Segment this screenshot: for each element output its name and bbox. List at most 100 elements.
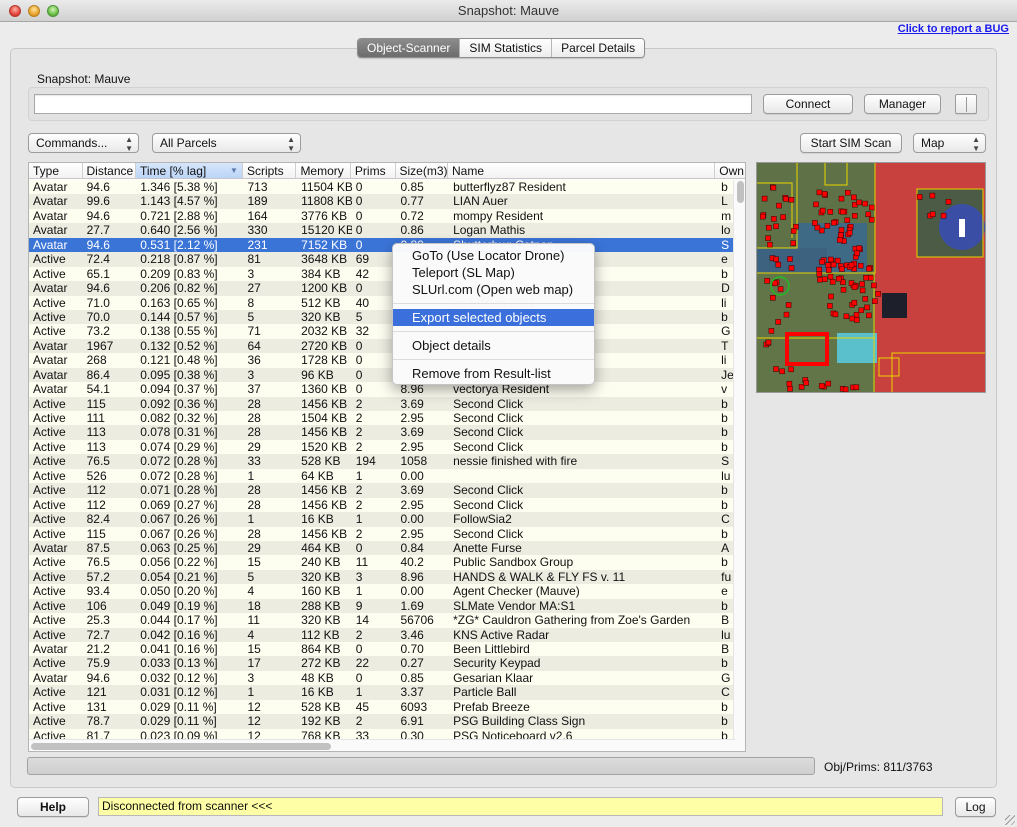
column-header-owner[interactable]: Own — [715, 163, 745, 178]
map-object-marker — [839, 208, 846, 215]
vertical-scroll-thumb[interactable] — [737, 181, 744, 203]
close-window-button[interactable] — [9, 5, 21, 17]
menu-item-goto[interactable]: GoTo (Use Locator Drone) — [393, 247, 594, 264]
menu-item-export-selected[interactable]: Export selected objects — [393, 309, 594, 326]
view-select[interactable]: Map ▲ ▼ — [913, 133, 986, 153]
table-row[interactable]: Active 76.5 0.056 [0.22 %] 15 240 KB 11 40.2 Pu… — [29, 555, 735, 570]
cell-size: 0.00 — [400, 468, 424, 483]
tab-sim-statistics[interactable]: SIM Statistics — [460, 39, 553, 57]
table-row[interactable]: Avatar 1967 0.132 [0.52 %] 64 2720 KB 0 T — [29, 338, 735, 354]
table-row[interactable]: Active 57.2 0.054 [0.21 %] 5 320 KB 3 8.96 HAND… — [29, 569, 735, 585]
cell-name: FollowSia2 — [453, 512, 512, 527]
commands-select[interactable]: Commands... ▲ ▼ — [28, 133, 139, 153]
cell-scripts: 36 — [247, 353, 261, 368]
table-row[interactable]: Active71.00.163 [0.65 %]8512 KB40 ve Edi… — [29, 295, 735, 310]
table-row[interactable]: Active 526 0.072 [0.28 %] 1 64 KB 1 0.00 lu — [29, 468, 735, 484]
table-row[interactable]: Active 115 0.067 [0.26 %] 28 1456 KB 2 2.95 Sec… — [29, 526, 735, 541]
table-row[interactable]: Avatar 21.2 0.041 [0.16 %] 15 864 KB 0 0.70 Bee… — [29, 642, 735, 657]
table-row[interactable]: Active 78.7 0.029 [0.11 %] 12 192 KB 2 6.91 PSG… — [29, 714, 735, 729]
table-row[interactable]: Avatar 94.6 0.721 [2.88 %] 164 3776 KB 0 0.72 m… — [29, 208, 735, 224]
start-sim-scan-button[interactable]: Start SIM Scan — [800, 133, 902, 153]
region-map[interactable] — [756, 162, 986, 393]
menu-item-slurl[interactable]: SLUrl.com (Open web map) — [393, 281, 594, 298]
table-row[interactable]: Active 73.2 0.138 [0.55 %] 71 2032 KB 32 G — [29, 324, 735, 339]
table-row[interactable]: Active 113 0.078 [0.31 %] 28 1456 KB 2 3.69 Sec… — [29, 425, 735, 440]
split-handle[interactable] — [955, 94, 977, 114]
manager-button[interactable]: Manager — [864, 94, 941, 114]
table-row[interactable]: Active 76.5 0.072 [0.28 %] 33 528 KB 194 1058 n… — [29, 454, 735, 469]
menu-item-teleport[interactable]: Teleport (SL Map) — [393, 264, 594, 281]
table-row[interactable]: Active 70.0 0.144 [0.57 %] 5 320 KB 5 b — [29, 309, 735, 325]
cell-scripts: 15 — [247, 555, 261, 570]
table-row[interactable]: Avatar 99.6 1.143 [4.57 %] 189 11808 KB 0 0.77… — [29, 194, 735, 209]
cell-distance: 25.3 — [86, 613, 110, 628]
cell-type: Active — [33, 613, 66, 628]
cell-time: 0.163 [0.65 %] — [140, 295, 218, 310]
parcels-select[interactable]: All Parcels ▲ ▼ — [152, 133, 301, 153]
table-row[interactable]: Active 72.7 0.042 [0.16 %] 4 112 KB 2 3.46 KNS … — [29, 627, 735, 642]
column-header-type[interactable]: Type — [29, 163, 83, 178]
tab-bar: Object-Scanner SIM Statistics Parcel Det… — [357, 38, 646, 58]
column-header-name[interactable]: Name — [448, 163, 716, 178]
table-row[interactable]: Avatar 94.6 0.206 [0.82 %] 27 1200 KB 0 D — [29, 281, 735, 296]
map-object-marker — [839, 266, 845, 272]
connect-button[interactable]: Connect — [763, 94, 853, 114]
column-header-time[interactable]: Time [% lag] ▼ — [136, 163, 243, 178]
table-row[interactable]: Avatar 268 0.121 [0.48 %] 36 1728 KB 0 li — [29, 353, 735, 368]
cell-scripts: 189 — [247, 194, 268, 209]
table-row[interactable]: Avatar 94.6 0.032 [0.12 %] 3 48 KB 0 0.85 Gesar… — [29, 670, 735, 686]
table-row[interactable]: Active 65.1 0.209 [0.83 %] 3 384 KB 42 b — [29, 266, 735, 282]
table-row[interactable]: Avatar 27.7 0.640 [2.56 %] 330 15120 KB 0 0.86… — [29, 223, 735, 238]
column-header-size[interactable]: Size(m3) — [396, 163, 449, 178]
cell-name: Second Click — [453, 425, 524, 440]
cell-scripts: 64 — [247, 338, 261, 353]
table-row[interactable]: Active 106 0.049 [0.19 %] 18 288 KB 9 1.69 SLMa… — [29, 598, 735, 614]
horizontal-scrollbar[interactable] — [29, 739, 735, 751]
window-resize-grip[interactable] — [1005, 815, 1015, 825]
table-row[interactable]: Active 131 0.029 [0.11 %] 12 528 KB 45 6093 Pre… — [29, 699, 735, 715]
table-row[interactable]: Active 82.4 0.067 [0.26 %] 1 16 KB 1 0.00 Follo… — [29, 512, 735, 527]
minimize-window-button[interactable] — [28, 5, 40, 17]
map-object-marker — [814, 224, 821, 231]
table-row[interactable]: Active 112 0.071 [0.28 %] 28 1456 KB 2 3.69 Sec… — [29, 483, 735, 498]
snapshot-input[interactable] — [34, 94, 752, 114]
table-row[interactable]: Active 115 0.092 [0.36 %] 28 1456 KB 2 3.69 Sec… — [29, 396, 735, 411]
column-header-scripts[interactable]: Scripts — [243, 163, 297, 178]
cell-time: 0.050 [0.20 %] — [140, 584, 218, 599]
vertical-scrollbar[interactable] — [733, 180, 745, 751]
table-row[interactable]: Avatar 87.5 0.063 [0.25 %] 29 464 KB 0 0.84 Ane… — [29, 540, 735, 556]
menu-item-object-details[interactable]: Object details — [393, 337, 594, 354]
column-header-distance[interactable]: Distance — [83, 163, 136, 178]
zoom-window-button[interactable] — [47, 5, 59, 17]
map-object-marker — [842, 386, 849, 392]
report-bug-link[interactable]: Click to report a BUG — [898, 23, 1009, 35]
help-button[interactable]: Help — [17, 797, 89, 817]
tab-parcel-details[interactable]: Parcel Details — [552, 39, 645, 57]
column-header-memory[interactable]: Memory — [296, 163, 351, 178]
cell-type: Active — [33, 512, 66, 527]
cell-prims: 0 — [355, 642, 363, 656]
table-row[interactable]: Active 72.4 0.218 [0.87 %] 81 3648 KB 69 e — [29, 252, 735, 267]
table-row[interactable]: Avatar 54.1 0.094 [0.37 %] 37 1360 KB 0 8.96 ve… — [29, 382, 735, 397]
horizontal-scroll-thumb[interactable] — [31, 743, 331, 750]
log-button[interactable]: Log — [955, 797, 996, 817]
table-row[interactable]: Active 93.4 0.050 [0.20 %] 4 160 KB 1 0.00 Agen… — [29, 584, 735, 599]
table-row[interactable]: Avatar 94.6 1.346 [5.38 %] 713 11504 KB 0 0.85… — [29, 180, 735, 195]
column-header-prims[interactable]: Prims — [351, 163, 396, 178]
table-row[interactable]: Active 25.3 0.044 [0.17 %] 11 320 KB 14 56706 *… — [29, 613, 735, 628]
map-object-marker — [853, 384, 860, 390]
table-row[interactable]: Active 121 0.031 [0.12 %] 1 16 KB 1 3.37 Partic… — [29, 685, 735, 700]
map-object-marker — [760, 213, 766, 220]
menu-item-remove-from-list[interactable]: Remove from Result-list — [393, 365, 594, 382]
cell-prims: 0 — [355, 353, 363, 368]
tab-object-scanner[interactable]: Object-Scanner — [358, 39, 461, 57]
table-row[interactable]: Active 113 0.074 [0.29 %] 29 1520 KB 2 2.95 Sec… — [29, 439, 735, 455]
table-row[interactable]: Avatar94.60.531 [2.12 %]2317152 KB00.80S… — [29, 237, 735, 253]
table-row[interactable]: Active 112 0.069 [0.27 %] 28 1456 KB 2 2.95 Sec… — [29, 497, 735, 513]
table-row[interactable]: Active 111 0.082 [0.32 %] 28 1504 KB 2 2.95 Sec… — [29, 411, 735, 426]
map-object-marker — [777, 286, 784, 292]
map-object-marker — [828, 293, 834, 300]
table-row[interactable]: Active 75.9 0.033 [0.13 %] 17 272 KB 22 0.27 Se… — [29, 656, 735, 671]
cell-type: Avatar — [33, 208, 68, 223]
table-row[interactable]: Avatar 86.4 0.095 [0.38 %] 3 96 KB 0 Je — [29, 367, 735, 383]
